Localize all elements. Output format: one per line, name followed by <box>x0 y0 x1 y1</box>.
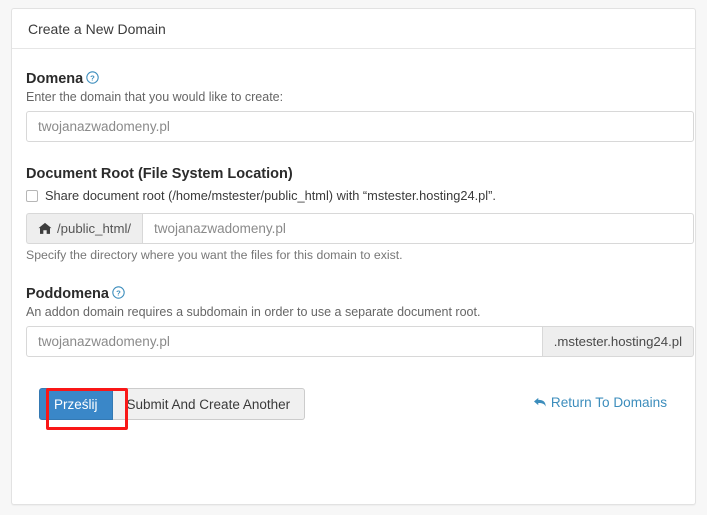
undo-arrow-icon <box>533 396 548 409</box>
share-document-root-label: Share document root (/home/mstester/publ… <box>45 188 496 203</box>
document-root-label: Document Root (File System Location) <box>26 166 293 182</box>
panel-heading: Create a New Domain <box>12 9 695 49</box>
return-to-domains-link[interactable]: Return To Domains <box>533 395 667 410</box>
submit-button[interactable]: Prześlij <box>39 388 113 420</box>
document-root-input-group: /public_html/ <box>26 213 694 244</box>
home-icon <box>38 222 52 235</box>
svg-text:?: ? <box>90 73 95 82</box>
document-root-input[interactable] <box>142 213 694 244</box>
domain-label: Domena? <box>26 71 681 87</box>
subdomain-suffix-addon: .mstester.hosting24.pl <box>542 326 694 357</box>
panel-body: Domena? Enter the domain that you would … <box>12 49 695 431</box>
create-domain-panel: Create a New Domain Domena? Enter the do… <box>11 8 696 505</box>
subdomain-input[interactable] <box>26 326 543 357</box>
form-footer: Prześlij Submit And Create Another Retur… <box>26 383 681 431</box>
share-document-root-row[interactable]: Share document root (/home/mstester/publ… <box>26 188 681 204</box>
subdomain-label: Poddomena? <box>26 286 681 302</box>
share-document-root-checkbox[interactable] <box>26 190 38 202</box>
submit-and-create-another-button[interactable]: Submit And Create Another <box>112 388 306 420</box>
return-to-domains-label: Return To Domains <box>550 395 667 410</box>
submit-button-group: Prześlij Submit And Create Another <box>39 388 306 430</box>
public-html-addon: /public_html/ <box>26 213 143 244</box>
subdomain-label-text: Poddomena <box>26 286 109 302</box>
domain-input[interactable] <box>26 111 694 142</box>
domain-description: Enter the domain that you would like to … <box>26 90 284 104</box>
domain-section: Domena? Enter the domain that you would … <box>26 71 694 142</box>
subdomain-description: An addon domain requires a subdomain in … <box>26 305 481 319</box>
domain-label-text: Domena <box>26 71 84 87</box>
page-title: Create a New Domain <box>28 21 166 37</box>
subdomain-section: Poddomena? An addon domain requires a su… <box>26 286 694 357</box>
document-root-section: Document Root (File System Location) Sha… <box>26 166 694 262</box>
svg-text:?: ? <box>116 288 121 297</box>
document-root-hint: Specify the directory where you want the… <box>26 248 403 262</box>
public-html-addon-text: /public_html/ <box>57 221 132 236</box>
subdomain-input-group: .mstester.hosting24.pl <box>26 326 694 357</box>
question-circle-icon[interactable]: ? <box>112 286 125 299</box>
question-circle-icon[interactable]: ? <box>86 71 99 84</box>
